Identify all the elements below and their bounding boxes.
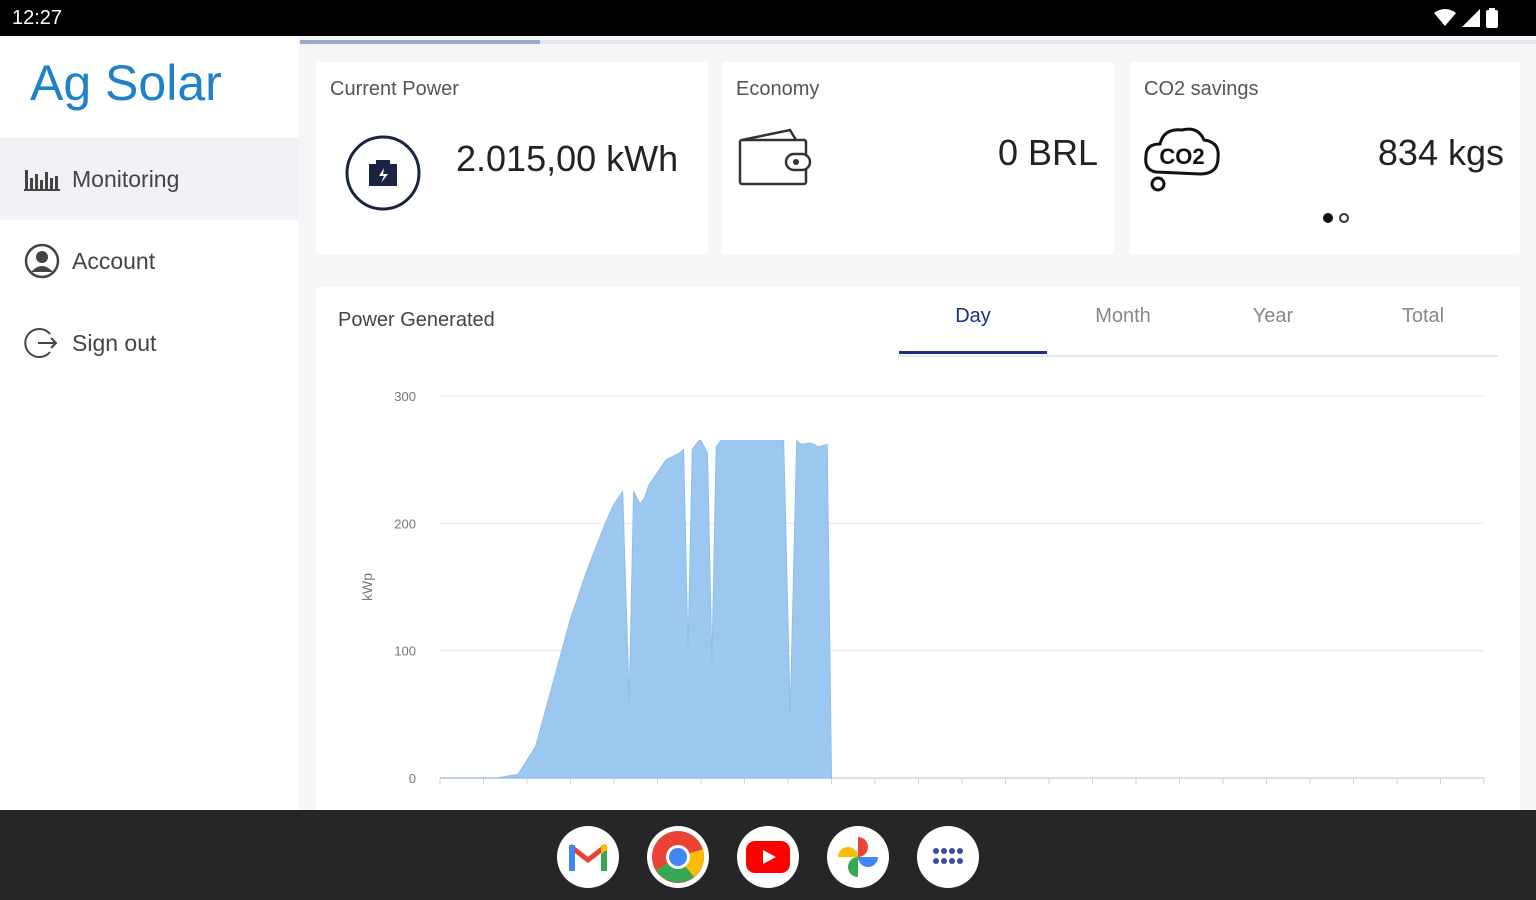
economy-value: 0 BRL bbox=[997, 132, 1098, 173]
co2-icon-text: CO2 bbox=[1159, 144, 1204, 169]
co2-value: 834 kgs bbox=[1377, 132, 1504, 173]
current-power-card: Current Power 2.015,00 kWh bbox=[316, 62, 708, 254]
sidebar-item-account[interactable]: Account bbox=[0, 220, 298, 302]
status-icons bbox=[1434, 8, 1498, 28]
card-title: Current Power bbox=[330, 78, 459, 100]
economy-card: Economy 0 BRL bbox=[722, 62, 1114, 254]
sidebar-item-label: Sign out bbox=[72, 329, 157, 356]
y-tick-label: 300 bbox=[394, 389, 416, 404]
youtube-icon[interactable] bbox=[737, 826, 799, 888]
wallet-icon bbox=[736, 126, 816, 193]
card-pager[interactable] bbox=[1320, 210, 1352, 228]
status-bar: 12:27 bbox=[0, 0, 1536, 36]
co2-card: CO2 savings CO2 834 kgs bbox=[1130, 62, 1520, 254]
pager-dot[interactable] bbox=[1339, 213, 1349, 223]
chrome-icon[interactable] bbox=[647, 826, 709, 888]
sidebar-item-sign-out[interactable]: Sign out bbox=[0, 302, 298, 384]
current-power-value: 2.015,00 kWh bbox=[456, 138, 679, 179]
power-chart: 0 100 200 300 kWp bbox=[359, 389, 1485, 786]
card-title: CO2 savings bbox=[1144, 78, 1259, 100]
battery-icon bbox=[1486, 8, 1498, 28]
android-nav-bar bbox=[0, 810, 1536, 900]
y-axis-label: kWp bbox=[359, 573, 375, 601]
card-title: Economy bbox=[736, 78, 820, 100]
y-tick-label: 200 bbox=[394, 516, 416, 531]
signal-icon bbox=[1462, 9, 1480, 27]
bar-chart-icon bbox=[24, 161, 60, 197]
pager-dot[interactable] bbox=[1323, 213, 1333, 223]
loading-progress bbox=[300, 40, 1536, 44]
sidebar-item-label: Monitoring bbox=[72, 165, 180, 192]
gmail-icon[interactable] bbox=[557, 826, 619, 888]
clock: 12:27 bbox=[12, 7, 63, 29]
y-tick-label: 0 bbox=[409, 771, 416, 786]
power-generated-card: Power Generated Day Month Year Total 0 10… bbox=[316, 287, 1520, 810]
sidebar-item-label: Account bbox=[72, 247, 156, 274]
wifi-icon bbox=[1434, 9, 1456, 26]
account-circle-icon bbox=[24, 243, 60, 279]
loading-progress-fill bbox=[300, 40, 540, 44]
app-drawer-icon[interactable] bbox=[917, 826, 979, 888]
co2-cloud-icon: CO2 bbox=[1142, 122, 1226, 199]
app-brand: Ag Solar bbox=[30, 55, 222, 111]
photos-icon[interactable] bbox=[827, 826, 889, 888]
sidebar-item-monitoring[interactable]: Monitoring bbox=[0, 138, 298, 220]
sign-out-icon bbox=[24, 325, 60, 361]
sidebar: Ag Solar Monitoring Account Sign out bbox=[0, 36, 298, 810]
series-area bbox=[440, 439, 833, 779]
solar-meter-icon bbox=[344, 134, 422, 217]
y-tick-label: 100 bbox=[394, 644, 416, 659]
